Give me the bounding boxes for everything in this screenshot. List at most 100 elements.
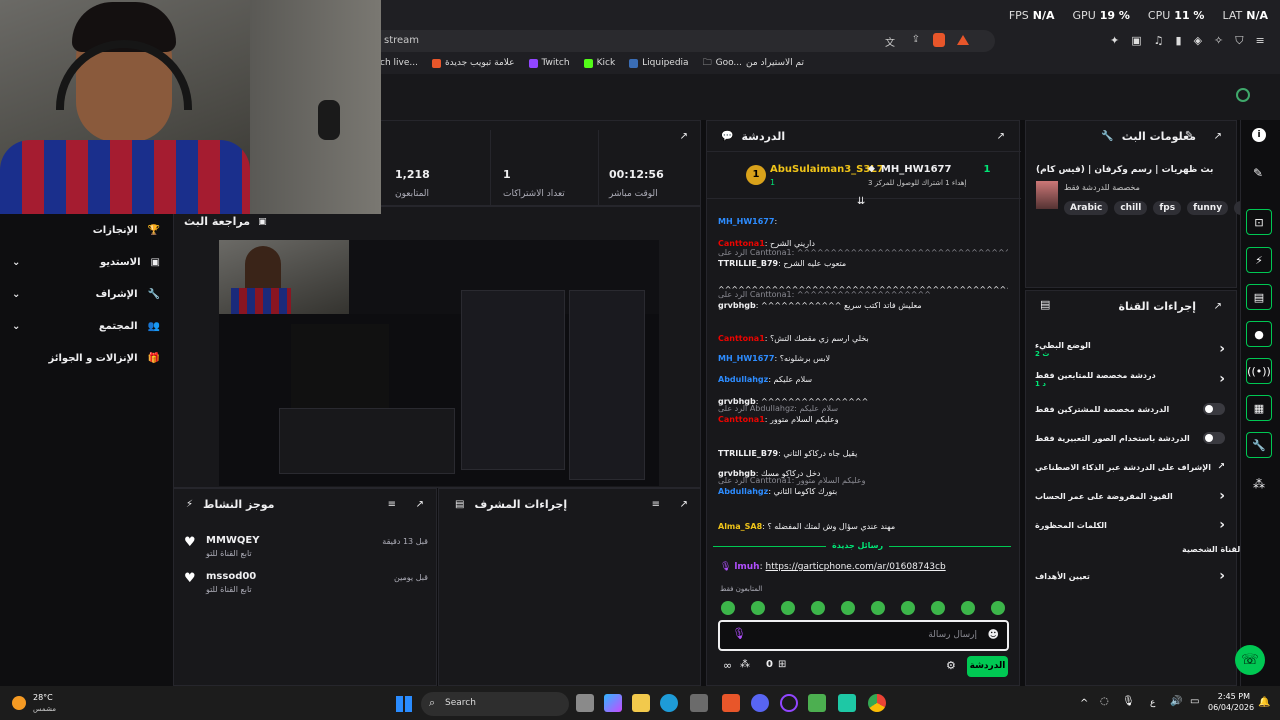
chat-username[interactable]: Canttona1 [718,415,765,424]
brave-browser-icon[interactable] [722,694,740,712]
settings-icon[interactable]: ⚙ [946,659,956,672]
app-icon[interactable] [838,694,856,712]
toggle-switch[interactable] [1203,432,1225,444]
popout-icon[interactable]: ↗ [1214,131,1222,142]
popout-icon[interactable]: ↗ [416,499,424,510]
channel-action-account-age[interactable]: القيود المفروضة على عمر الحساب › [1035,485,1225,507]
nav-item-studio[interactable]: ⌄ الاستديو ▣ [0,252,160,272]
popout-icon[interactable]: ↗ [680,499,688,510]
toggle-switch[interactable] [1203,403,1225,415]
tag[interactable]: Arabic [1064,201,1109,215]
tray-volume-icon[interactable]: 🔊 [1170,696,1182,707]
emote-icon[interactable] [751,601,765,615]
chat-message[interactable]: Alma_SA8: مهند عندي سؤال وش لمتك المفضله… [718,521,1008,532]
emote-icon[interactable] [721,601,735,615]
chat-message[interactable]: TTRILLIE_B79: يقيل جاه دركاكو الثاني [718,448,1008,459]
tray-mic-icon[interactable]: 🎙 [1122,696,1135,707]
translate-icon[interactable]: 文 [885,34,895,49]
pin-icon[interactable]: ⇊ [857,196,865,207]
chat-message[interactable]: الرد على Canttona1: ^^^^^^^^^^^^^^^^^^^^… [718,289,1008,311]
game-icon[interactable] [808,694,826,712]
chat-link[interactable]: https://garticphone.com/ar/01608743cb [766,562,946,572]
chat-link-message[interactable]: 🎙 lmuh: https://garticphone.com/ar/01608… [720,562,946,572]
rail-camera-button[interactable]: ⊡ [1246,209,1272,235]
edit-icon[interactable]: ✎ [1185,130,1193,141]
community-icon[interactable]: ⁂ [740,659,750,670]
mic-icon[interactable]: 🎙 [732,627,746,640]
discord-icon[interactable] [751,694,769,712]
tray-clock[interactable]: 2:45 PM 06/04/2026 [1208,692,1254,712]
task-view-icon[interactable] [576,694,594,712]
weather-icon[interactable] [12,696,26,710]
chat-message[interactable]: MH_HW1677: [718,216,1008,227]
copilot-icon[interactable] [604,694,622,712]
vpn-icon[interactable]: ⛉ [1235,34,1243,48]
chrome-icon[interactable] [868,694,886,712]
leader-1[interactable]: AbuSulaiman3_S3L7 [770,164,884,175]
notifications-icon[interactable]: 🔔 [1258,697,1270,708]
brand-logo-icon[interactable] [1236,88,1250,102]
bookmark[interactable]: Twitch [528,58,570,68]
nav-item-community[interactable]: ⌄ المجتمع 👥 [0,316,160,336]
brave-rewards-icon[interactable] [957,35,969,45]
chat-username[interactable]: Alma_SA8 [718,522,762,531]
emote-icon[interactable] [901,601,915,615]
rail-chat-button[interactable]: ● [1246,321,1272,347]
tag[interactable]: chill [1114,201,1148,215]
emote-icon[interactable] [811,601,825,615]
nav-item-moderation[interactable]: ⌄ الإشراف 🔧 [0,284,160,304]
rail-layout-button[interactable]: ▦ [1246,395,1272,421]
sidebar-icon[interactable]: ▮ [1176,34,1182,48]
bookmark-folder[interactable]: 🗀 Goo... تم الاستيراد من [703,55,804,71]
channel-action-subscribers-only[interactable]: الدردشة مخصصة للمشتركين فقط [1035,398,1225,420]
rail-broadcast-button[interactable]: ((•)) [1246,358,1272,384]
bookmark[interactable]: Kick [583,58,615,68]
file-explorer-icon[interactable] [632,694,650,712]
screenshot-icon[interactable]: ▣ [1131,34,1141,48]
leader-2[interactable]: ◆ MH_HW1677 1 [868,164,990,175]
chat-username[interactable]: grvbhgb [718,301,756,310]
rail-doc-button[interactable]: ▤ [1246,284,1272,310]
edge-icon[interactable] [660,694,678,712]
taskbar-search[interactable]: ⌕ Search [421,692,569,716]
activity-item[interactable]: ♥ mssod00 تابع القناة للتو قبل يومين [184,569,428,599]
nav-item-achievements[interactable]: الإنجازات 🏆 [0,220,160,240]
app-icon[interactable] [780,694,798,712]
tray-chevron-icon[interactable]: ^ [1080,698,1088,709]
help-button[interactable]: ☏ [1235,645,1265,675]
rail-mod-button[interactable]: 🔧 [1246,432,1272,458]
chat-username[interactable]: Abdullahgz [718,375,768,384]
media-icon[interactable]: ♫ [1154,34,1164,48]
emote-icon[interactable] [991,601,1005,615]
activity-item[interactable]: ♥ MMWQEY تابع القناة للتو قبل 13 دقيقة [184,533,428,563]
bookmark[interactable]: ch live... [380,58,418,68]
chat-username[interactable]: TTRILLIE_B79 [718,449,778,458]
store-icon[interactable] [690,694,708,712]
chat-message[interactable]: الرد على Canttona1: وعليكم السلام متوور A… [718,475,1008,497]
community-icon[interactable]: ⁂ [1253,477,1265,491]
nav-item-drops[interactable]: الإنزالات و الجوائز 🎁 [0,348,160,368]
chat-username[interactable]: MH_HW1677 [718,217,774,226]
filter-icon[interactable]: ≡ [652,499,660,510]
emoji-icon[interactable]: ☻ [988,628,999,641]
emote-icon[interactable] [961,601,975,615]
tray-language[interactable]: ع [1150,698,1155,708]
chat-username[interactable]: Abdullahgz [718,487,768,496]
chat-message[interactable]: MH_HW1677: لابس برشلونه؟ [718,353,1008,364]
emote-icon[interactable] [841,601,855,615]
tag[interactable]: fps [1153,201,1182,215]
windows-start-icon[interactable] [396,696,412,712]
address-bar[interactable]: stream 文 ⇪ [380,30,995,52]
filter-icon[interactable]: ≡ [388,499,396,510]
leo-icon[interactable]: ✧ [1214,34,1223,48]
emote-icon[interactable] [781,601,795,615]
emote-icon[interactable] [931,601,945,615]
tray-battery-icon[interactable]: ▭ [1190,696,1199,707]
emote-icon[interactable] [871,601,885,615]
pencil-icon[interactable]: ✎ [1253,166,1263,180]
channel-action-set-goals[interactable]: تعيين الأهداف › [1035,565,1225,587]
chat-message[interactable]: الرد على Abdullahgz: سلام عليكم Canttona1… [718,403,1008,425]
chat-send-button[interactable]: الدردشة [967,656,1008,677]
channel-action-followers-only[interactable]: دردشة مخصصة للمتابعين فقط 1 د › [1035,368,1225,390]
bookmark[interactable]: علامة تبويب جديدة [431,58,515,68]
